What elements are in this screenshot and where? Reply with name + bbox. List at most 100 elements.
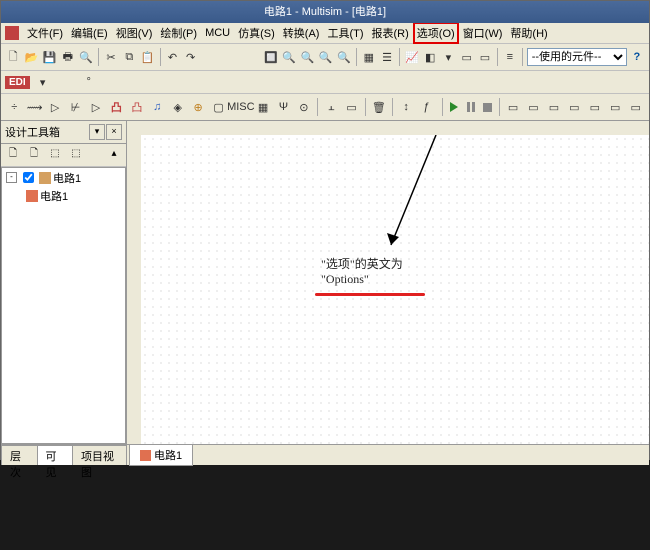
menu-view[interactable]: 视图(V): [112, 23, 157, 43]
graph-button[interactable]: ◧: [422, 46, 438, 68]
diode-button[interactable]: ▷: [46, 96, 64, 118]
instrument-5[interactable]: ▭: [586, 96, 604, 118]
analysis-button[interactable]: 📈: [404, 46, 420, 68]
menu-translate[interactable]: 转换(A): [279, 23, 324, 43]
copy-button[interactable]: ⧉: [121, 46, 137, 68]
panel-header: 设计工具箱 ▾ ×: [1, 121, 126, 144]
folder-icon: [39, 172, 51, 184]
paste-button[interactable]: 📋: [139, 46, 155, 68]
instrument-7[interactable]: ▭: [626, 96, 644, 118]
indicator-button[interactable]: ⊕: [189, 96, 207, 118]
zoom-100-button[interactable]: 🔍: [336, 46, 352, 68]
instrument-2[interactable]: ▭: [524, 96, 542, 118]
tab-visible[interactable]: 可见: [37, 445, 74, 465]
separator: [399, 48, 400, 66]
annotation-line2: "Options": [321, 272, 403, 287]
menu-simulate[interactable]: 仿真(S): [234, 23, 279, 43]
help-button[interactable]: ?: [629, 46, 645, 68]
schematic-canvas[interactable]: "选项"的英文为 "Options": [141, 135, 649, 445]
open-button[interactable]: 📂: [23, 46, 39, 68]
tree-tool-3[interactable]: ⬚: [45, 145, 65, 165]
instrument-3[interactable]: ▭: [545, 96, 563, 118]
menu-reports[interactable]: 报表(R): [368, 23, 413, 43]
menu-tools[interactable]: 工具(T): [323, 23, 367, 43]
ttl-button[interactable]: 凸: [107, 96, 125, 118]
tab-project[interactable]: 项目视图: [72, 445, 127, 465]
postprocessor-button[interactable]: ▾: [440, 46, 456, 68]
expand-button[interactable]: ▾: [32, 71, 54, 93]
tree-tool-1[interactable]: 🗋: [3, 145, 23, 165]
undo-button[interactable]: ↶: [164, 46, 180, 68]
preview-button[interactable]: 🔍: [78, 46, 94, 68]
menu-file[interactable]: 文件(F): [23, 23, 67, 43]
component-combo[interactable]: --使用的元件--: [527, 48, 627, 66]
project-tree[interactable]: - 电路1 电路1: [1, 167, 126, 444]
new-button[interactable]: 🗋: [5, 46, 21, 68]
annotation-line1: "选项"的英文为: [321, 255, 403, 272]
place-node-button[interactable]: °: [78, 71, 100, 93]
menu-edit[interactable]: 编辑(E): [67, 23, 112, 43]
pause-icon: [467, 102, 475, 112]
toggle-list-button[interactable]: ☰: [379, 46, 395, 68]
menu-mcu[interactable]: MCU: [201, 25, 234, 41]
toolbar-standard: 🗋 📂 💾 🖶 🔍 ✂ ⧉ 📋 ↶ ↷ 🔲 🔍 🔍 🔍 🔍 ▦ ☰ 📈 ◧ ▾ …: [1, 44, 649, 71]
menu-help[interactable]: 帮助(H): [506, 23, 551, 43]
toggle-grid-button[interactable]: ▦: [361, 46, 377, 68]
rf-button[interactable]: Ψ: [274, 96, 292, 118]
hierarchy-button[interactable]: 🗑: [370, 96, 388, 118]
advanced-button[interactable]: ▦: [254, 96, 272, 118]
text-button[interactable]: ƒ: [417, 96, 435, 118]
instrument-4[interactable]: ▭: [565, 96, 583, 118]
tree-circuit[interactable]: 电路1: [2, 187, 125, 205]
misc-button[interactable]: MISC: [230, 96, 252, 118]
source-button[interactable]: ÷: [5, 96, 23, 118]
analog-button[interactable]: ▷: [87, 96, 105, 118]
power-button[interactable]: ▢: [209, 96, 227, 118]
menu-options[interactable]: 选项(O): [413, 22, 459, 44]
canvas-tabs: 电路1: [127, 444, 649, 465]
tree-root[interactable]: - 电路1: [2, 168, 125, 187]
menu-window[interactable]: 窗口(W): [459, 23, 507, 43]
canvas-tab-circuit[interactable]: 电路1: [129, 444, 193, 466]
connector-button[interactable]: ⫠: [322, 96, 340, 118]
zoom-area-button[interactable]: 🔲: [263, 46, 279, 68]
menu-place[interactable]: 绘制(P): [156, 23, 201, 43]
separator: [98, 48, 99, 66]
panel-close-button[interactable]: ×: [106, 124, 122, 140]
zoom-out-button[interactable]: 🔍: [299, 46, 315, 68]
tree-checkbox[interactable]: [23, 172, 34, 183]
tab-layer[interactable]: 层次: [1, 445, 38, 465]
misc-digital-button[interactable]: ♫: [148, 96, 166, 118]
cmos-button[interactable]: 凸: [128, 96, 146, 118]
separator: [356, 48, 357, 66]
stop-button[interactable]: [480, 98, 495, 116]
basic-button[interactable]: ⟿: [25, 96, 43, 118]
instrument-6[interactable]: ▭: [606, 96, 624, 118]
redo-button[interactable]: ↷: [183, 46, 199, 68]
bus-button[interactable]: ↕: [397, 96, 415, 118]
run-button[interactable]: [447, 98, 462, 116]
database-button[interactable]: ▭: [477, 46, 493, 68]
panel-dropdown-button[interactable]: ▾: [89, 124, 105, 140]
tool-button[interactable]: ≡: [502, 46, 518, 68]
mcu-button[interactable]: ▭: [342, 96, 360, 118]
transistor-button[interactable]: ⊬: [66, 96, 84, 118]
tree-tool-2[interactable]: 🗋: [24, 145, 44, 165]
zoom-fit-button[interactable]: 🔍: [317, 46, 333, 68]
design-toolbox-panel: 设计工具箱 ▾ × 🗋 🗋 ⬚ ⬚ ▴ - 电路1 电路1: [1, 121, 127, 465]
zoom-in-button[interactable]: 🔍: [281, 46, 297, 68]
electromech-button[interactable]: ⊙: [295, 96, 313, 118]
toolbar-element: EDI ▾ °: [1, 71, 649, 94]
collapse-icon[interactable]: -: [6, 172, 17, 183]
cut-button[interactable]: ✂: [103, 46, 119, 68]
instrument-1[interactable]: ▭: [504, 96, 522, 118]
pause-button[interactable]: [463, 98, 478, 116]
tree-tool-4[interactable]: ⬚: [66, 145, 86, 165]
title-text: 电路1 - Multisim - [电路1]: [264, 6, 386, 18]
print-button[interactable]: 🖶: [60, 46, 76, 68]
breadboard-button[interactable]: ▭: [459, 46, 475, 68]
tree-tool-up[interactable]: ▴: [104, 145, 124, 165]
tree-circuit-label: 电路1: [40, 188, 68, 204]
mixed-button[interactable]: ◈: [169, 96, 187, 118]
save-button[interactable]: 💾: [41, 46, 57, 68]
